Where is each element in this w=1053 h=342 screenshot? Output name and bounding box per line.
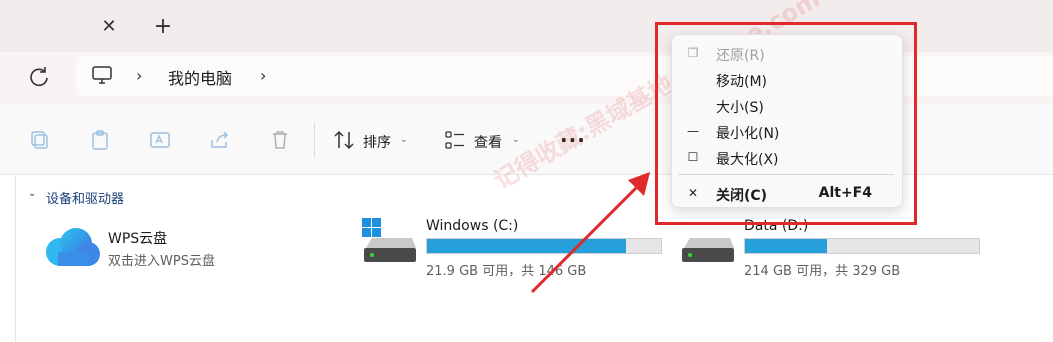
copy-icon[interactable] <box>28 128 52 152</box>
annotation-highlight-box <box>655 22 917 225</box>
delete-icon[interactable] <box>268 128 292 152</box>
sort-icon[interactable] <box>332 128 356 152</box>
chevron-down-icon[interactable]: ⌄ <box>28 188 36 199</box>
breadcrumb-item-this-pc[interactable]: 我的电脑 <box>168 65 232 89</box>
drive-d-usage-fill <box>745 239 827 253</box>
drive-c-usage-fill <box>427 239 626 253</box>
wps-cloud-title[interactable]: WPS云盘 <box>108 228 167 248</box>
view-icon[interactable] <box>443 128 467 152</box>
windows-drive-icon[interactable] <box>362 218 418 266</box>
toolbar-divider <box>314 122 315 158</box>
view-button[interactable]: 查看 <box>474 132 502 152</box>
breadcrumb-chevron-icon[interactable]: › <box>260 66 266 85</box>
chevron-down-icon: ⌄ <box>512 135 520 145</box>
more-options-button[interactable]: ··· <box>560 128 586 152</box>
refresh-icon[interactable] <box>24 62 54 92</box>
wps-cloud-subtitle: 双击进入WPS云盘 <box>108 254 215 269</box>
sort-button[interactable]: 排序 <box>363 132 391 152</box>
wps-cloud-icon[interactable] <box>42 226 104 270</box>
drive-c-usage-bar <box>426 238 662 254</box>
drive-d-usage-bar <box>744 238 980 254</box>
chevron-down-icon: ⌄ <box>400 135 408 145</box>
section-header-devices[interactable]: 设备和驱动器 <box>46 188 124 207</box>
drive-icon[interactable] <box>680 218 736 266</box>
navigation-pane-divider <box>15 175 16 342</box>
drive-c-title[interactable]: Windows (C:) <box>426 218 518 234</box>
rename-icon[interactable] <box>148 128 172 152</box>
tab-close-icon[interactable]: ✕ <box>96 14 122 40</box>
computer-icon <box>92 66 112 84</box>
breadcrumb-chevron-icon: › <box>136 66 143 85</box>
paste-icon[interactable] <box>88 128 112 152</box>
drive-c-usage-text: 21.9 GB 可用，共 146 GB <box>426 264 587 279</box>
drive-d-usage-text: 214 GB 可用，共 329 GB <box>744 264 901 279</box>
share-icon[interactable] <box>208 128 232 152</box>
new-tab-icon[interactable]: + <box>150 14 176 40</box>
